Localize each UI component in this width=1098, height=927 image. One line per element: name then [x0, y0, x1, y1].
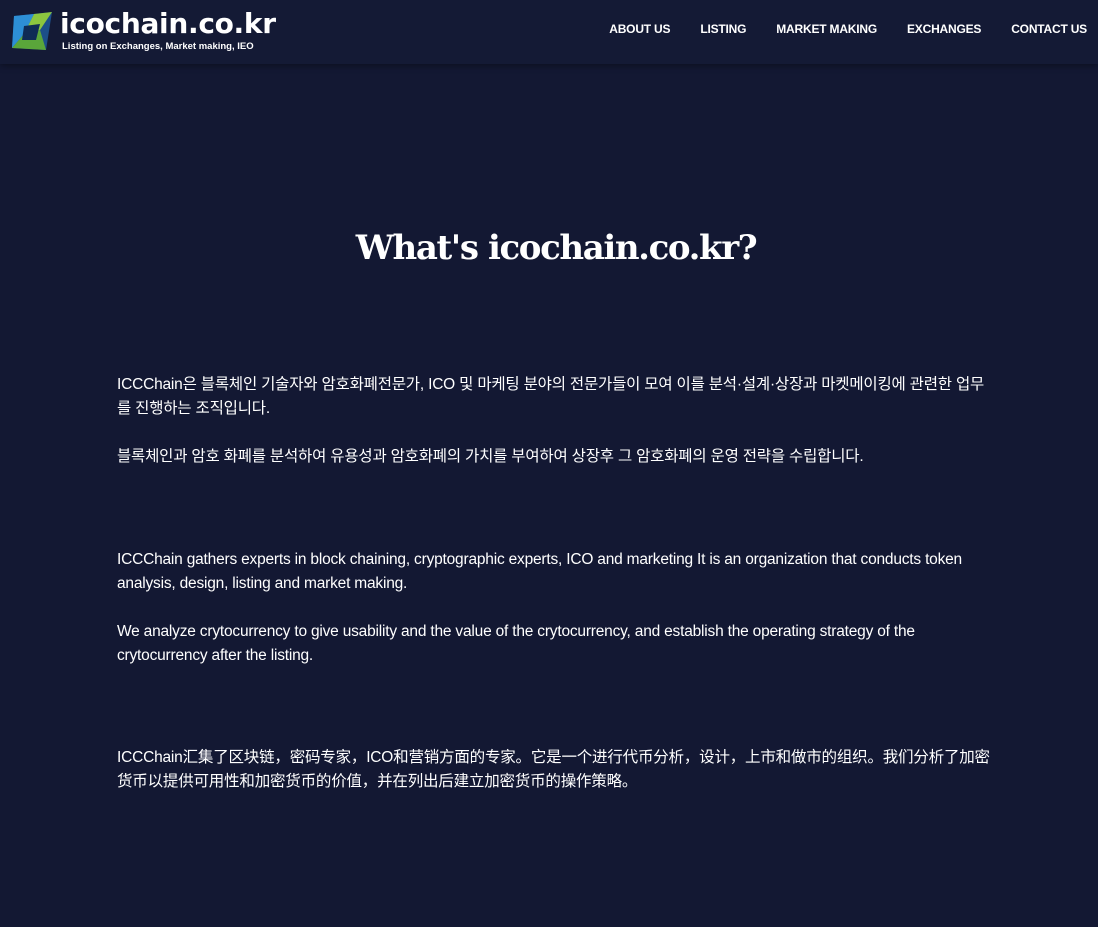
chinese-paragraph: ICCChain汇集了区块链，密码专家，ICO和营销方面的专家。它是一个进行代币… — [117, 749, 990, 790]
page-title: What's icochain.co.kr? — [355, 228, 758, 268]
site-header: icochain.co.kr Listing on Exchanges, Mar… — [0, 0, 1098, 64]
main-nav: ABOUT US LISTING MARKET MAKING EXCHANGES… — [609, 0, 1087, 57]
english-paragraph-1: ICCChain gathers experts in block chaini… — [117, 551, 962, 592]
site-logo[interactable]: icochain.co.kr Listing on Exchanges, Mar… — [10, 6, 276, 58]
logo-tagline: Listing on Exchanges, Market making, IEO — [62, 41, 254, 52]
nav-item-listing[interactable]: LISTING — [700, 22, 746, 36]
nav-item-exchanges[interactable]: EXCHANGES — [907, 22, 981, 36]
nav-item-market-making[interactable]: MARKET MAKING — [776, 22, 877, 36]
logo-title: icochain.co.kr — [60, 7, 276, 40]
korean-paragraph-2: 블록체인과 암호 화폐를 분석하여 유용성과 암호화폐의 가치를 부여하여 상장… — [117, 448, 864, 465]
korean-paragraph-1: ICCChain은 블록체인 기술자와 암호화폐전문가, ICO 및 마케팅 분… — [117, 376, 985, 417]
cube-logo-icon — [12, 12, 52, 50]
english-paragraph-2: We analyze crytocurrency to give usabili… — [117, 623, 915, 664]
nav-item-about-us[interactable]: ABOUT US — [609, 22, 670, 36]
nav-item-contact-us[interactable]: CONTACT US — [1011, 22, 1087, 36]
